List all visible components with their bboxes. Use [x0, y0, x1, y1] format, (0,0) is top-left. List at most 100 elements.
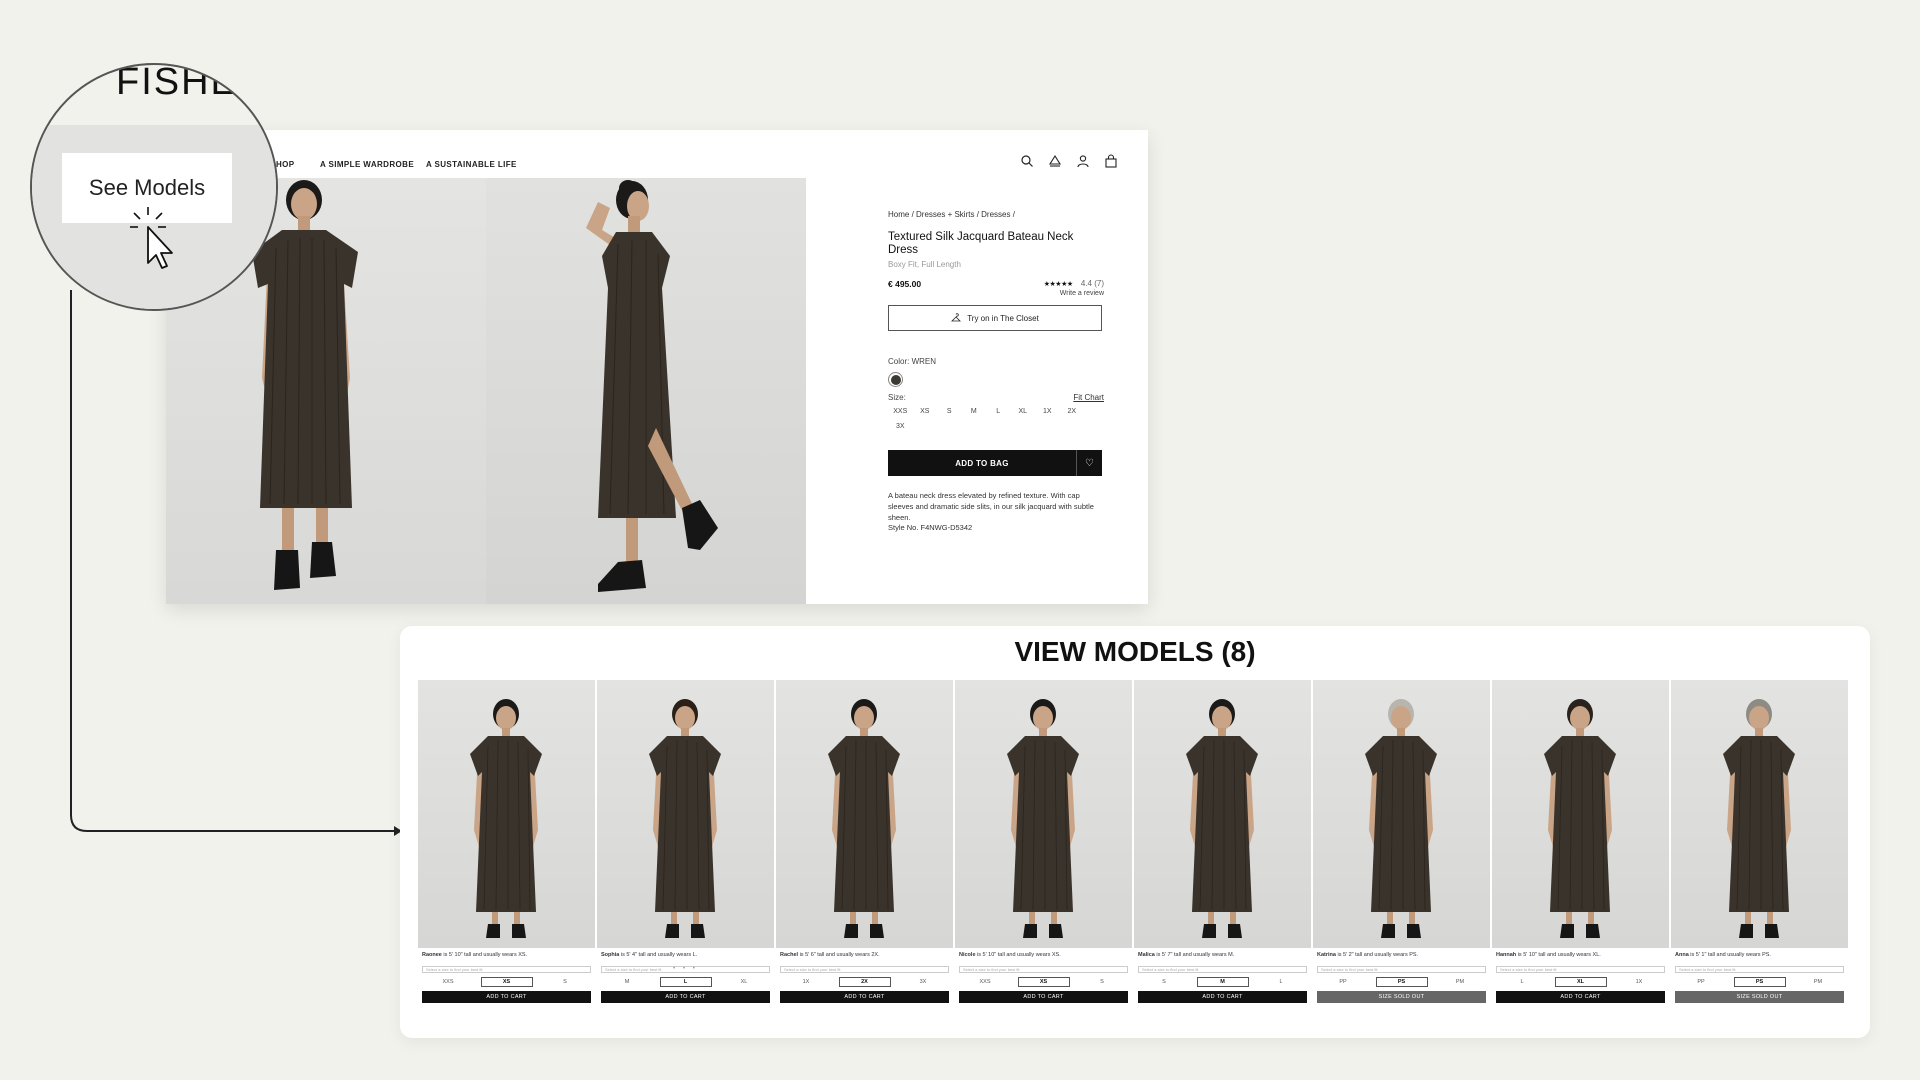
model-photo[interactable]: [1313, 680, 1490, 948]
model-name: Nicole: [959, 952, 976, 958]
model-photo[interactable]: [1134, 680, 1311, 948]
add-to-cart-button[interactable]: ADD TO CART: [1496, 991, 1665, 1003]
size-select[interactable]: Select a size to find your best fit: [1138, 966, 1307, 973]
model-size-options: PP PS PM: [1317, 977, 1486, 987]
model-size-option[interactable]: PS: [1375, 977, 1428, 987]
model-size-option[interactable]: L: [1255, 979, 1307, 985]
try-on-button[interactable]: Try on in The Closet: [888, 305, 1102, 331]
stylist-icon[interactable]: [1048, 154, 1062, 168]
model-size-option[interactable]: PP: [1675, 979, 1727, 985]
model-photo[interactable]: [418, 680, 595, 948]
nav-link-shop[interactable]: HOP: [276, 160, 295, 169]
model-size-option[interactable]: XS: [1017, 977, 1070, 987]
model-size-option[interactable]: L: [1496, 979, 1548, 985]
size-option[interactable]: XL: [1011, 408, 1036, 415]
model-caption-text: is 5' 6" tall and usually wears 2X.: [798, 952, 880, 958]
model-size-option[interactable]: PS: [1733, 977, 1786, 987]
size-option[interactable]: XXS: [888, 408, 913, 415]
model-figure: [1723, 699, 1795, 938]
size-option[interactable]: L: [986, 408, 1011, 415]
add-to-cart-button[interactable]: ADD TO CART: [422, 991, 591, 1003]
size-option[interactable]: 1X: [1035, 408, 1060, 415]
model-photo[interactable]: [955, 680, 1132, 948]
size-select[interactable]: Select a size to find your best fit: [1675, 966, 1844, 973]
model-card: Nicole is 5' 10" tall and usually wears …: [955, 680, 1132, 1007]
model-size-option[interactable]: M: [601, 979, 653, 985]
size-option[interactable]: 3X: [888, 423, 913, 430]
breadcrumb[interactable]: Home / Dresses + Skirts / Dresses /: [888, 210, 1104, 219]
bag-icon[interactable]: [1104, 154, 1118, 168]
write-review-link[interactable]: Write a review: [1044, 290, 1104, 297]
size-option[interactable]: 2X: [1060, 408, 1085, 415]
model-size-option[interactable]: S: [1138, 979, 1190, 985]
size-select[interactable]: Select a size to find your best fit: [780, 966, 949, 973]
model-size-option[interactable]: 3X: [897, 979, 949, 985]
model-photo[interactable]: [776, 680, 953, 948]
model-caption-text: is 5' 1" tall and usually wears PS.: [1688, 952, 1771, 958]
product-page-window: HOP A SIMPLE WARDROBE A SUSTAINABLE LIFE: [166, 130, 1148, 604]
size-option[interactable]: S: [937, 408, 962, 415]
size-row: Size: Fit Chart: [888, 393, 1104, 402]
color-label: Color: WREN: [888, 357, 937, 366]
model-size-option[interactable]: PP: [1317, 979, 1369, 985]
model-caption: Rachel is 5' 6" tall and usually wears 2…: [776, 952, 953, 958]
model-size-option[interactable]: XS: [480, 977, 533, 987]
model-size-option[interactable]: S: [1076, 979, 1128, 985]
add-to-bag-button[interactable]: ADD TO BAG: [888, 450, 1076, 476]
model-size-option[interactable]: S: [539, 979, 591, 985]
model-caption: Sophia is 5' 4" tall and usually wears L…: [597, 952, 774, 958]
model-size-option[interactable]: XL: [1554, 977, 1607, 987]
model-figure: [1186, 699, 1258, 938]
add-to-cart-button[interactable]: SIZE SOLD OUT: [1317, 991, 1486, 1003]
model-photo[interactable]: [1492, 680, 1669, 948]
model-size-option[interactable]: PM: [1792, 979, 1844, 985]
add-to-cart-button[interactable]: ADD TO CART: [959, 991, 1128, 1003]
model-size-option[interactable]: L: [659, 977, 712, 987]
product-title: Textured Silk Jacquard Bateau Neck Dress: [888, 231, 1074, 256]
product-price: € 495.00: [888, 279, 922, 289]
size-select[interactable]: Select a size to find your best fit: [1496, 966, 1665, 973]
view-models-panel: VIEW MODELS (8) Raonee is 5' 10" tall an…: [400, 626, 1870, 1038]
model-size-option[interactable]: PM: [1434, 979, 1486, 985]
model-size-options: XXS XS S: [422, 977, 591, 987]
pager-dots[interactable]: • • •: [597, 966, 774, 972]
model-size-options: 1X 2X 3X: [780, 977, 949, 987]
model-figure: [649, 699, 721, 938]
try-on-label: Try on in The Closet: [967, 313, 1039, 323]
add-to-cart-button[interactable]: ADD TO CART: [601, 991, 770, 1003]
nav-link-sustainable-life[interactable]: A SUSTAINABLE LIFE: [426, 160, 517, 169]
model-size-options: S M L: [1138, 977, 1307, 987]
add-to-cart-button[interactable]: ADD TO CART: [1138, 991, 1307, 1003]
nav-link-simple-wardrobe[interactable]: A SIMPLE WARDROBE: [320, 160, 414, 169]
model-photo[interactable]: [1671, 680, 1848, 948]
product-photo-side[interactable]: [486, 178, 806, 604]
model-size-option[interactable]: M: [1196, 977, 1249, 987]
model-figure: [1544, 699, 1616, 938]
model-size-option[interactable]: 2X: [838, 977, 891, 987]
add-to-cart-button[interactable]: ADD TO CART: [780, 991, 949, 1003]
model-photo[interactable]: [597, 680, 774, 948]
color-swatch-wren[interactable]: [888, 372, 903, 387]
add-to-cart-button[interactable]: SIZE SOLD OUT: [1675, 991, 1844, 1003]
brand-logo: FISHE: [116, 63, 238, 103]
rating-value[interactable]: 4.4 (7): [1081, 279, 1104, 288]
size-option[interactable]: XS: [913, 408, 938, 415]
model-size-option[interactable]: XXS: [959, 979, 1011, 985]
size-select[interactable]: Select a size to find your best fit: [959, 966, 1128, 973]
model-size-option[interactable]: 1X: [780, 979, 832, 985]
search-icon[interactable]: [1020, 154, 1034, 168]
model-card: Hannah is 5' 10" tall and usually wears …: [1492, 680, 1669, 1007]
size-select[interactable]: Select a size to find your best fit: [1317, 966, 1486, 973]
model-caption-text: is 5' 4" tall and usually wears L.: [619, 952, 698, 958]
model-size-option[interactable]: XL: [718, 979, 770, 985]
size-option[interactable]: M: [962, 408, 987, 415]
model-size-option[interactable]: XXS: [422, 979, 474, 985]
rating-stars: ★★★★★: [1043, 281, 1073, 288]
fit-chart-link[interactable]: Fit Chart: [1073, 393, 1104, 402]
size-select[interactable]: Select a size to find your best fit: [422, 966, 591, 973]
heart-icon[interactable]: ♡: [1076, 450, 1102, 476]
model-caption: Raonee is 5' 10" tall and usually wears …: [418, 952, 595, 958]
model-size-option[interactable]: 1X: [1613, 979, 1665, 985]
model-caption-text: is 5' 10" tall and usually wears XS.: [975, 952, 1061, 958]
account-icon[interactable]: [1076, 154, 1090, 168]
